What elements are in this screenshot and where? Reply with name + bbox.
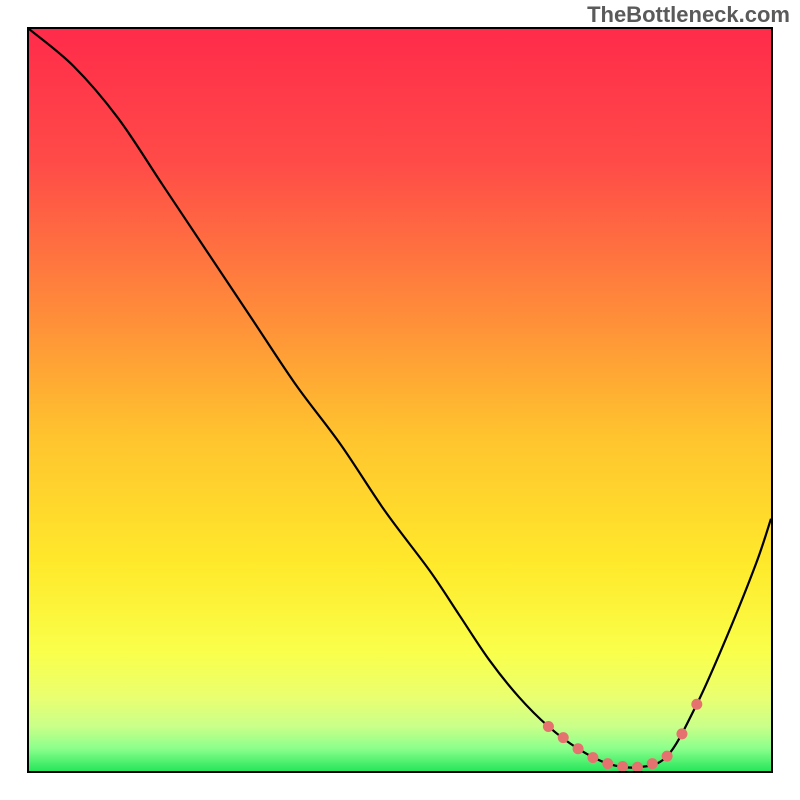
- valley-marker-dot: [573, 743, 584, 754]
- plot-area: [27, 27, 773, 773]
- valley-marker-dot: [543, 721, 554, 732]
- valley-marker-dot: [691, 699, 702, 710]
- watermark-text: TheBottleneck.com: [587, 2, 790, 28]
- valley-marker-dot: [647, 758, 658, 769]
- valley-marker-dot: [662, 751, 673, 762]
- valley-marker-dot: [676, 728, 687, 739]
- bottleneck-curve: [29, 29, 771, 768]
- valley-markers: [543, 699, 702, 773]
- valley-marker-dot: [602, 758, 613, 769]
- valley-marker-dot: [558, 732, 569, 743]
- valley-marker-dot: [587, 752, 598, 763]
- chart-container: TheBottleneck.com: [0, 0, 800, 800]
- bottleneck-curve-svg: [29, 29, 771, 771]
- valley-marker-dot: [632, 762, 643, 773]
- valley-marker-dot: [617, 761, 628, 772]
